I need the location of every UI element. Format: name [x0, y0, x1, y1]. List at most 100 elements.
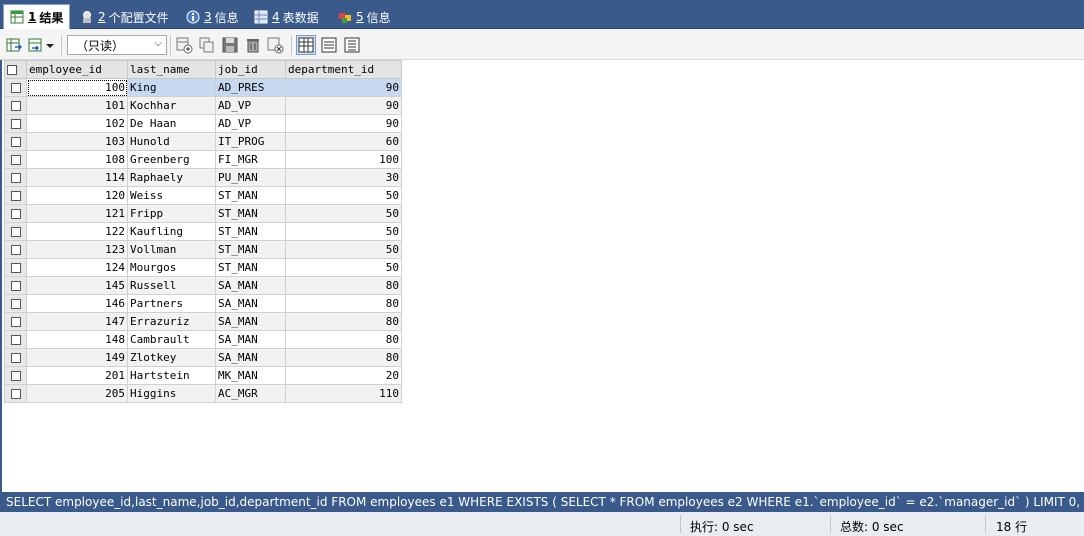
- cell-job-id[interactable]: ST_MAN: [215, 222, 286, 241]
- cell-department-id[interactable]: 20: [285, 366, 402, 385]
- tab-table-data[interactable]: 4 表数据: [248, 5, 325, 29]
- cell-last-name[interactable]: Vollman: [127, 240, 216, 259]
- cell-employee-id[interactable]: 100: [26, 78, 128, 97]
- import-icon[interactable]: [27, 36, 45, 54]
- cell-employee-id[interactable]: 103: [26, 132, 128, 151]
- cell-department-id[interactable]: 90: [285, 114, 402, 133]
- cell-employee-id[interactable]: 145: [26, 276, 128, 295]
- cell-employee-id[interactable]: 146: [26, 294, 128, 313]
- cell-employee-id[interactable]: 147: [26, 312, 128, 331]
- row-checkbox[interactable]: [4, 186, 27, 205]
- cell-employee-id[interactable]: 121: [26, 204, 128, 223]
- cell-job-id[interactable]: ST_MAN: [215, 204, 286, 223]
- table-row[interactable]: 122 Kaufling ST_MAN 50: [4, 222, 402, 241]
- duplicate-row-icon[interactable]: [198, 36, 216, 54]
- tab-messages[interactable]: 3 信息: [180, 5, 245, 29]
- cell-department-id[interactable]: 90: [285, 78, 402, 97]
- table-row[interactable]: 108 Greenberg FI_MGR 100: [4, 150, 402, 169]
- cell-department-id[interactable]: 30: [285, 168, 402, 187]
- cell-employee-id[interactable]: 205: [26, 384, 128, 403]
- table-row[interactable]: 124 Mourgos ST_MAN 50: [4, 258, 402, 277]
- column-header[interactable]: employee_id: [26, 60, 128, 79]
- row-checkbox[interactable]: [4, 222, 27, 241]
- export-icon[interactable]: [5, 36, 23, 54]
- cell-last-name[interactable]: Cambrault: [127, 330, 216, 349]
- cell-employee-id[interactable]: 201: [26, 366, 128, 385]
- cell-employee-id[interactable]: 114: [26, 168, 128, 187]
- cell-last-name[interactable]: Kaufling: [127, 222, 216, 241]
- cell-last-name[interactable]: Partners: [127, 294, 216, 313]
- cell-employee-id[interactable]: 123: [26, 240, 128, 259]
- cell-last-name[interactable]: Weiss: [127, 186, 216, 205]
- cell-job-id[interactable]: FI_MGR: [215, 150, 286, 169]
- cell-department-id[interactable]: 50: [285, 258, 402, 277]
- row-checkbox[interactable]: [4, 312, 27, 331]
- cell-department-id[interactable]: 100: [285, 150, 402, 169]
- cell-employee-id[interactable]: 120: [26, 186, 128, 205]
- cell-department-id[interactable]: 90: [285, 96, 402, 115]
- table-row[interactable]: 201 Hartstein MK_MAN 20: [4, 366, 402, 385]
- cell-last-name[interactable]: Raphaely: [127, 168, 216, 187]
- cell-last-name[interactable]: Zlotkey: [127, 348, 216, 367]
- row-checkbox[interactable]: [4, 384, 27, 403]
- text-view-icon[interactable]: [343, 36, 361, 54]
- table-row[interactable]: 120 Weiss ST_MAN 50: [4, 186, 402, 205]
- cell-department-id[interactable]: 50: [285, 240, 402, 259]
- table-row[interactable]: 146 Partners SA_MAN 80: [4, 294, 402, 313]
- row-checkbox[interactable]: [4, 366, 27, 385]
- cell-last-name[interactable]: Hunold: [127, 132, 216, 151]
- cell-last-name[interactable]: Russell: [127, 276, 216, 295]
- cell-job-id[interactable]: IT_PROG: [215, 132, 286, 151]
- row-checkbox[interactable]: [4, 204, 27, 223]
- row-checkbox[interactable]: [4, 276, 27, 295]
- delete-icon[interactable]: [244, 36, 262, 54]
- cell-last-name[interactable]: Errazuriz: [127, 312, 216, 331]
- cell-employee-id[interactable]: 108: [26, 150, 128, 169]
- cell-last-name[interactable]: Greenberg: [127, 150, 216, 169]
- table-row[interactable]: 149 Zlotkey SA_MAN 80: [4, 348, 402, 367]
- table-row[interactable]: 103 Hunold IT_PROG 60: [4, 132, 402, 151]
- tab-info[interactable]: 5 信息: [332, 5, 397, 29]
- cell-department-id[interactable]: 80: [285, 348, 402, 367]
- cell-employee-id[interactable]: 122: [26, 222, 128, 241]
- cell-job-id[interactable]: AD_VP: [215, 96, 286, 115]
- cell-department-id[interactable]: 80: [285, 276, 402, 295]
- row-checkbox[interactable]: [4, 258, 27, 277]
- cell-job-id[interactable]: ST_MAN: [215, 240, 286, 259]
- cell-department-id[interactable]: 80: [285, 294, 402, 313]
- cell-job-id[interactable]: MK_MAN: [215, 366, 286, 385]
- grid-view-icon[interactable]: [296, 35, 316, 55]
- row-checkbox[interactable]: [4, 78, 27, 97]
- form-view-icon[interactable]: [320, 36, 338, 54]
- cell-job-id[interactable]: SA_MAN: [215, 294, 286, 313]
- column-header[interactable]: last_name: [127, 60, 216, 79]
- table-row[interactable]: 101 Kochhar AD_VP 90: [4, 96, 402, 115]
- table-row[interactable]: 145 Russell SA_MAN 80: [4, 276, 402, 295]
- cell-department-id[interactable]: 50: [285, 222, 402, 241]
- cell-department-id[interactable]: 80: [285, 330, 402, 349]
- cell-job-id[interactable]: SA_MAN: [215, 276, 286, 295]
- cell-job-id[interactable]: SA_MAN: [215, 312, 286, 331]
- chevron-down-icon[interactable]: [45, 36, 55, 54]
- table-row[interactable]: 102 De Haan AD_VP 90: [4, 114, 402, 133]
- table-row[interactable]: 148 Cambrault SA_MAN 80: [4, 330, 402, 349]
- cell-job-id[interactable]: AC_MGR: [215, 384, 286, 403]
- cell-employee-id[interactable]: 149: [26, 348, 128, 367]
- select-all-checkbox[interactable]: [4, 60, 27, 79]
- cell-department-id[interactable]: 50: [285, 186, 402, 205]
- cell-last-name[interactable]: Kochhar: [127, 96, 216, 115]
- row-checkbox[interactable]: [4, 114, 27, 133]
- cell-job-id[interactable]: AD_VP: [215, 114, 286, 133]
- cell-last-name[interactable]: Fripp: [127, 204, 216, 223]
- cancel-changes-icon[interactable]: [266, 36, 284, 54]
- row-checkbox[interactable]: [4, 240, 27, 259]
- cell-department-id[interactable]: 50: [285, 204, 402, 223]
- cell-last-name[interactable]: King: [127, 78, 216, 97]
- cell-employee-id[interactable]: 124: [26, 258, 128, 277]
- row-checkbox[interactable]: [4, 96, 27, 115]
- cell-last-name[interactable]: De Haan: [127, 114, 216, 133]
- column-header[interactable]: job_id: [215, 60, 286, 79]
- table-row[interactable]: 147 Errazuriz SA_MAN 80: [4, 312, 402, 331]
- cell-last-name[interactable]: Higgins: [127, 384, 216, 403]
- save-icon[interactable]: [221, 36, 239, 54]
